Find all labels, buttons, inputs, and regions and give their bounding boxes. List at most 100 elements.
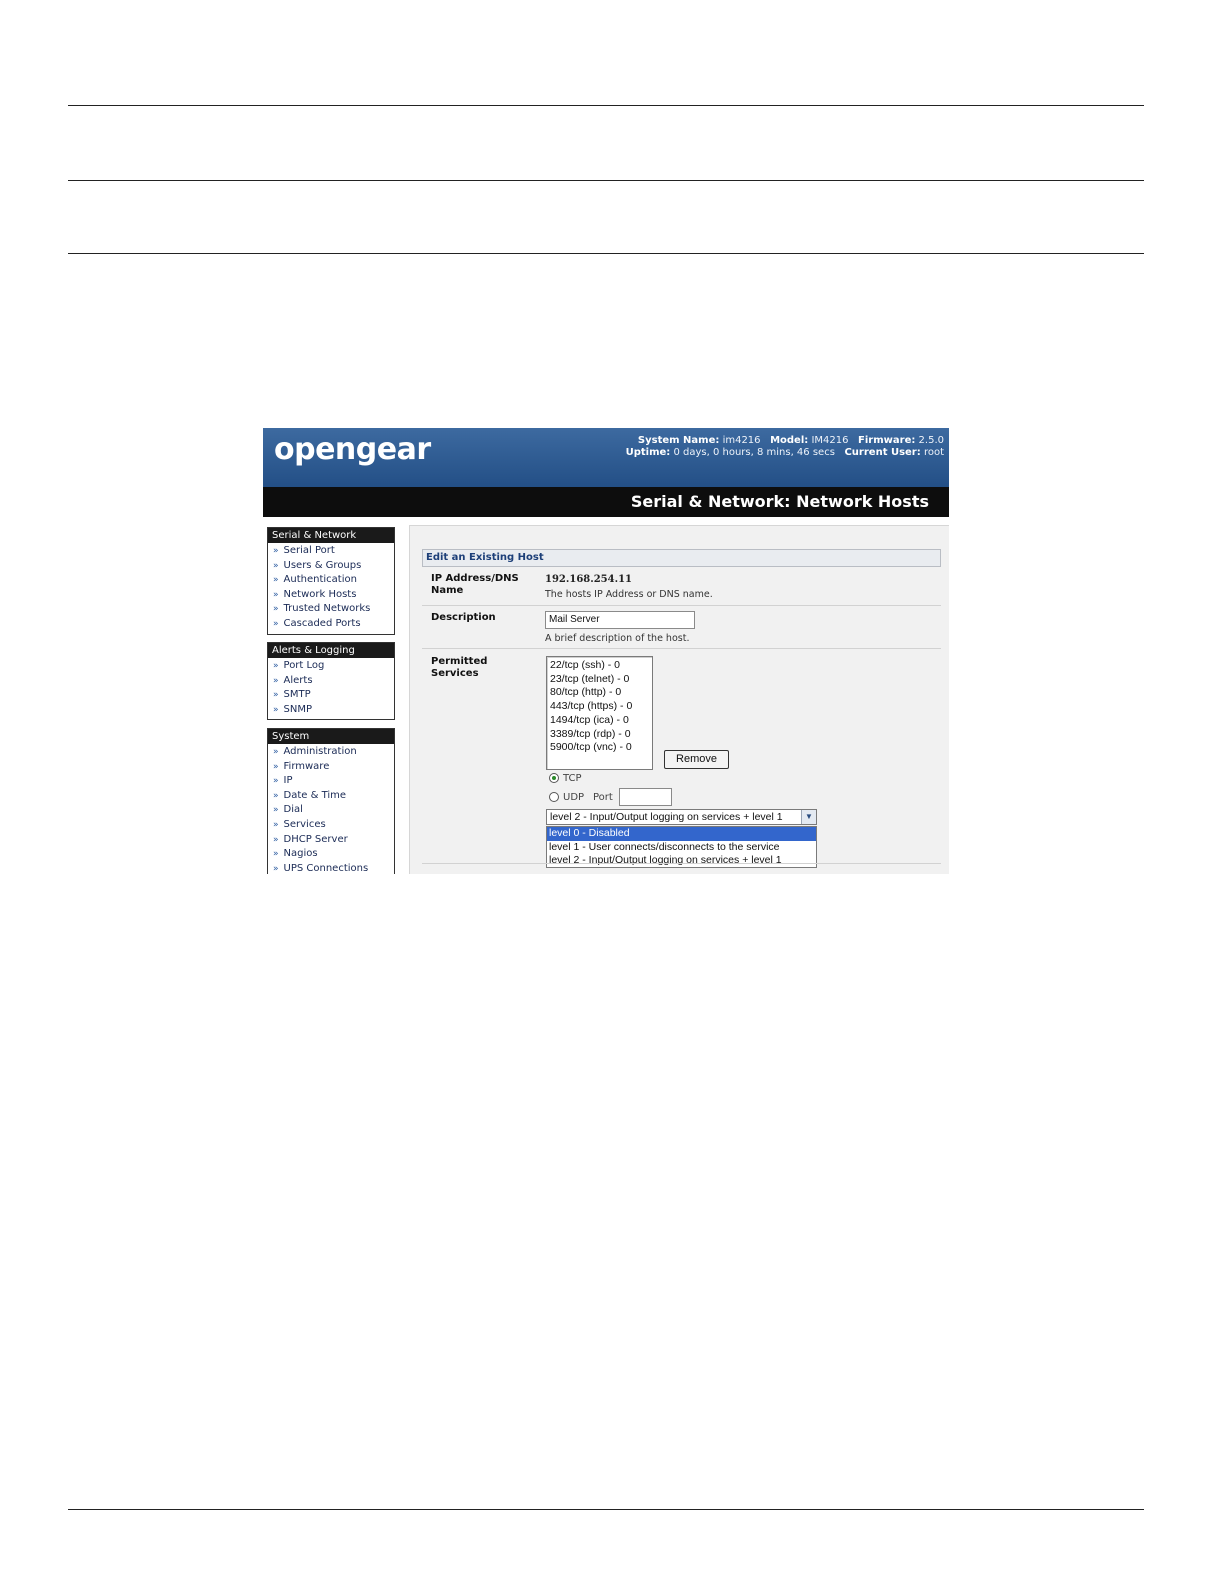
nav-group-system: System » Administration » Firmware » IP » Da… [267,728,395,874]
description-label: Description [431,612,496,623]
permitted-services-label: Permitted Services [431,656,487,680]
sidebar-item-label: Dial [283,804,303,816]
log-level-selected: level 2 - Input/Output logging on servic… [550,811,783,823]
sidebar-item-dhcp-server[interactable]: » DHCP Server [268,833,394,848]
chevron-right-icon: » [273,546,279,556]
sidebar-item-port-log[interactable]: » Port Log [268,659,394,674]
sidebar-item-snmp[interactable]: » SNMP [268,703,394,718]
system-name-value: im4216 [722,435,761,446]
chevron-right-icon: » [273,589,279,600]
sidebar-item-label: Nagios [283,848,318,860]
service-item[interactable]: 1494/tcp (ica) - 0 [550,714,652,728]
section-header: Edit an Existing Host [422,549,941,567]
system-info: System Name: im4216 Model: IM4216 Firmwa… [626,435,944,459]
udp-radio[interactable] [549,792,559,802]
sidebar-item-services[interactable]: » Services [268,818,394,833]
sidebar-item-authentication[interactable]: » Authentication [268,573,394,588]
chevron-right-icon: » [273,661,279,671]
remove-button[interactable]: Remove [664,750,729,769]
sidebar-item-label: UPS Connections [283,862,369,874]
sidebar-item-alerts[interactable]: » Alerts [268,674,394,689]
service-item[interactable]: 3389/tcp (rdp) - 0 [550,728,652,742]
main-panel: Edit an Existing Host IP Address/DNS Nam… [409,525,949,874]
page-rule-bottom [68,1509,1144,1510]
sidebar-item-cascaded-ports[interactable]: » Cascaded Ports [268,617,394,632]
sidebar-item-network-hosts[interactable]: » Network Hosts [268,588,394,603]
sidebar-item-label: SMTP [283,689,311,701]
sidebar-item-dial[interactable]: » Dial [268,803,394,818]
sidebar-item-smtp[interactable]: » SMTP [268,688,394,703]
sidebar-item-date-time[interactable]: » Date & Time [268,789,394,804]
nav-group-title: System [268,729,394,744]
sidebar-item-ups-connections[interactable]: » UPS Connections [268,862,394,874]
sidebar-item-ip[interactable]: » IP [268,774,394,789]
sidebar-item-label: Port Log [283,660,325,671]
log-level-select[interactable]: level 2 - Input/Output logging on servic… [546,809,817,825]
sidebar-item-label: Date & Time [283,789,347,801]
log-level-option[interactable]: level 1 - User connects/disconnects to t… [547,841,816,855]
sidebar-item-label: Users & Groups [283,559,362,571]
page-title-bar: Serial & Network: Network Hosts [263,487,949,517]
ip-dns-label: IP Address/DNS Name [431,573,519,597]
sidebar-item-label: Trusted Networks [283,603,371,615]
chevron-right-icon: » [273,690,279,701]
current-user-value: root [923,447,944,458]
chevron-right-icon: » [273,849,279,860]
sidebar-item-serial-port[interactable]: » Serial Port [268,544,394,559]
service-item[interactable]: 22/tcp (ssh) - 0 [550,659,652,673]
chevron-right-icon: » [273,790,279,801]
chevron-right-icon: » [273,761,279,772]
sidebar-item-label: Alerts [283,674,313,686]
row-divider [422,863,941,864]
sidebar-item-label: Cascaded Ports [283,617,361,629]
model-value: IM4216 [811,435,849,446]
permitted-services-list[interactable]: 22/tcp (ssh) - 0 23/tcp (telnet) - 0 80/… [546,656,653,770]
page-rule-third [68,253,1144,254]
tcp-radio[interactable] [549,773,559,783]
opengear-logo: opengear [274,432,431,467]
log-level-dropdown: level 0 - Disabled level 1 - User connec… [546,826,817,868]
sidebar-item-firmware[interactable]: » Firmware [268,760,394,775]
sidebar-item-label: Authentication [283,574,357,586]
sidebar-item-administration[interactable]: » Administration [268,745,394,760]
uptime-label: Uptime: [625,447,671,458]
service-item[interactable]: 23/tcp (telnet) - 0 [550,673,652,687]
service-item[interactable]: 5900/tcp (vnc) - 0 [550,741,652,755]
sidebar-item-trusted-networks[interactable]: » Trusted Networks [268,602,394,617]
tcp-radio-label: TCP [563,773,582,784]
sidebar-item-users-groups[interactable]: » Users & Groups [268,559,394,574]
sidebar-item-label: IP [283,775,293,787]
log-level-option[interactable]: level 2 - Input/Output logging on servic… [547,854,816,868]
sidebar-item-label: Network Hosts [283,588,357,600]
sidebar-item-label: Firmware [283,760,330,772]
port-input[interactable] [619,788,672,806]
sidebar-item-label: DHCP Server [283,833,348,845]
chevron-right-icon: » [273,805,279,816]
chevron-right-icon: » [273,704,279,715]
service-item[interactable]: 443/tcp (https) - 0 [550,700,652,714]
page-rule-second [68,180,1144,181]
chevron-down-icon[interactable]: ▼ [801,810,816,824]
chevron-right-icon: » [273,819,279,830]
log-level-option[interactable]: level 0 - Disabled [547,827,816,841]
port-label: Port [593,792,613,803]
description-hint: A brief description of the host. [545,633,690,644]
model-label: Model: [770,435,809,446]
chevron-right-icon: » [273,863,279,874]
sidebar-item-nagios[interactable]: » Nagios [268,847,394,862]
system-name-label: System Name: [637,435,720,446]
permitted-services-label-line2: Services [431,668,479,679]
sidebar-item-label: Administration [283,746,357,757]
service-item[interactable]: 80/tcp (http) - 0 [550,686,652,700]
description-input[interactable]: Mail Server [545,611,695,629]
ip-address-hint: The hosts IP Address or DNS name. [545,589,713,600]
sidebar-item-label: Serial Port [283,545,335,556]
chevron-right-icon: » [273,776,279,787]
header-banner: opengear System Name: im4216 Model: IM42… [263,428,949,487]
chevron-right-icon: » [273,834,279,845]
system-info-line2: Uptime: 0 days, 0 hours, 8 mins, 46 secs… [626,447,944,459]
chevron-right-icon: » [273,618,279,629]
firmware-value: 2.5.0 [918,435,944,446]
firmware-label: Firmware: [858,435,916,446]
sidebar-item-label: SNMP [283,703,313,715]
